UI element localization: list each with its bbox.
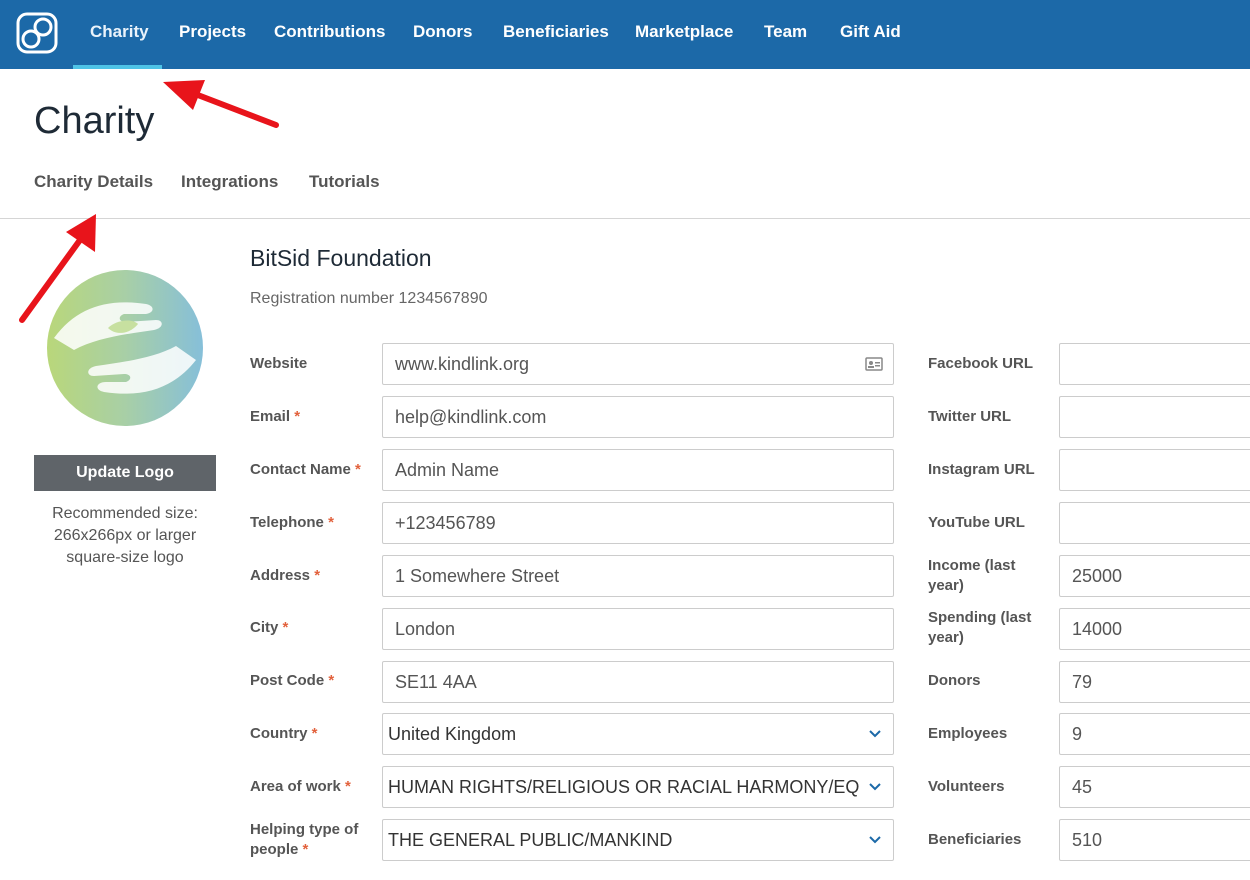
- youtube-url-label: YouTube URL: [928, 514, 1025, 531]
- country-select[interactable]: United Kingdom: [382, 713, 894, 755]
- area-of-work-select[interactable]: HUMAN RIGHTS/RELIGIOUS OR RACIAL HARMONY…: [382, 766, 894, 808]
- facebook-url-label: Facebook URL: [928, 355, 1034, 372]
- email-label: Email *: [250, 408, 301, 425]
- page-title: Charity: [34, 100, 155, 142]
- income-field[interactable]: 25000: [1059, 555, 1250, 597]
- website-value: www.kindlink.org: [395, 354, 530, 374]
- city-label: City *: [250, 619, 289, 636]
- helping-type-label: Helping type of people *: [250, 821, 359, 858]
- required-marker: *: [314, 567, 321, 584]
- logo-size-hint: Recommended size: 266x266px or larger sq…: [34, 503, 216, 569]
- nav-item-gift-aid[interactable]: Gift Aid: [840, 0, 901, 69]
- employees-label: Employees: [928, 725, 1008, 742]
- country-label: Country *: [250, 725, 318, 742]
- instagram-url-label: Instagram URL: [928, 461, 1035, 478]
- income-label: Income (last year): [928, 557, 1016, 594]
- charity-logo-image: [47, 270, 203, 426]
- website-field[interactable]: www.kindlink.org: [382, 343, 894, 385]
- required-marker: *: [282, 619, 289, 636]
- nav-item-charity[interactable]: Charity: [90, 0, 149, 69]
- donors-field[interactable]: 79: [1059, 661, 1250, 703]
- chevron-down-icon: [869, 836, 881, 844]
- telephone-label: Telephone *: [250, 514, 334, 531]
- active-nav-indicator: [73, 65, 162, 69]
- helping-type-select[interactable]: THE GENERAL PUBLIC/MANKIND: [382, 819, 894, 861]
- chevron-down-icon: [869, 783, 881, 791]
- tab-charity-details[interactable]: Charity Details: [34, 172, 153, 192]
- address-card-icon: [865, 357, 883, 371]
- update-logo-button[interactable]: Update Logo: [34, 455, 216, 491]
- city-field[interactable]: London: [382, 608, 894, 650]
- donors-label: Donors: [928, 672, 981, 689]
- instagram-url-field[interactable]: [1059, 449, 1250, 491]
- employees-field[interactable]: 9: [1059, 713, 1250, 755]
- required-marker: *: [311, 725, 318, 742]
- address-label: Address *: [250, 567, 321, 584]
- tab-tutorials[interactable]: Tutorials: [309, 172, 380, 192]
- nav-item-donors[interactable]: Donors: [413, 0, 473, 69]
- youtube-url-field[interactable]: [1059, 502, 1250, 544]
- logo-size-hint-line: 266x266px or larger: [53, 527, 197, 544]
- logo-size-hint-line: Recommended size:: [52, 505, 198, 522]
- spending-label: Spending (last year): [928, 609, 1032, 646]
- top-navbar: Charity Projects Contributions Donors Be…: [0, 0, 1250, 69]
- brand-logo-icon[interactable]: [16, 12, 58, 54]
- nav-item-marketplace[interactable]: Marketplace: [635, 0, 733, 69]
- contact-name-field[interactable]: Admin Name: [382, 449, 894, 491]
- required-marker: *: [355, 461, 361, 478]
- post-code-field[interactable]: SE11 4AA: [382, 661, 894, 703]
- required-marker: *: [294, 408, 301, 425]
- beneficiaries-label: Beneficiaries: [928, 831, 1022, 848]
- beneficiaries-field[interactable]: 510: [1059, 819, 1250, 861]
- post-code-label: Post Code *: [250, 672, 335, 689]
- tab-integrations[interactable]: Integrations: [181, 172, 278, 192]
- nav-item-team[interactable]: Team: [764, 0, 807, 69]
- required-marker: *: [302, 841, 309, 858]
- organization-name: BitSid Foundation: [250, 245, 432, 271]
- header-divider: [0, 218, 1250, 219]
- required-marker: *: [345, 778, 351, 795]
- annotation-arrow-nav: [163, 80, 279, 128]
- required-marker: *: [328, 514, 334, 531]
- contact-name-label: Contact Name *: [250, 461, 361, 478]
- logo-size-hint-line: square-size logo: [66, 549, 184, 566]
- area-of-work-label: Area of work *: [250, 778, 351, 795]
- twitter-url-field[interactable]: [1059, 396, 1250, 438]
- chevron-down-icon: [869, 730, 881, 738]
- nav-item-beneficiaries[interactable]: Beneficiaries: [503, 0, 609, 69]
- email-field[interactable]: help@kindlink.com: [382, 396, 894, 438]
- address-field[interactable]: 1 Somewhere Street: [382, 555, 894, 597]
- volunteers-field[interactable]: 45: [1059, 766, 1250, 808]
- required-marker: *: [328, 672, 335, 689]
- volunteers-label: Volunteers: [928, 778, 1005, 795]
- website-label: Website: [250, 355, 308, 372]
- nav-item-contributions[interactable]: Contributions: [274, 0, 385, 69]
- twitter-url-label: Twitter URL: [928, 408, 1012, 425]
- registration-number: Registration number 1234567890: [250, 290, 488, 307]
- telephone-field[interactable]: +123456789: [382, 502, 894, 544]
- facebook-url-field[interactable]: [1059, 343, 1250, 385]
- spending-field[interactable]: 14000: [1059, 608, 1250, 650]
- nav-item-projects[interactable]: Projects: [179, 0, 246, 69]
